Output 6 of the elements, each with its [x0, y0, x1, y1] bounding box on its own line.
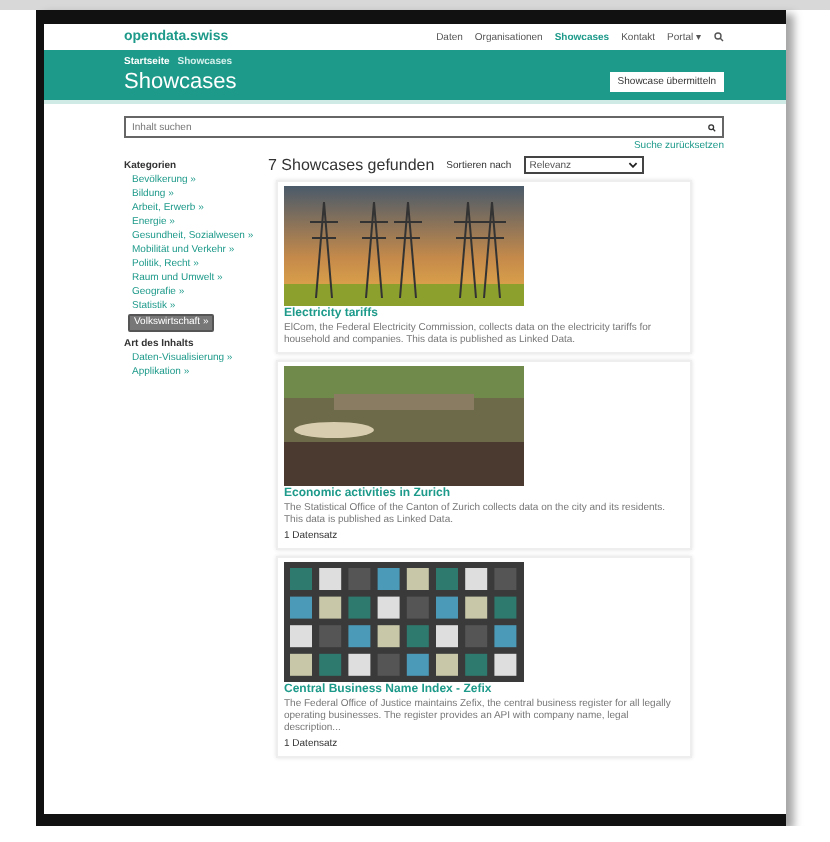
search-icon[interactable]: [708, 123, 716, 131]
result-count: 7 Showcases gefunden: [268, 156, 435, 174]
search-icon[interactable]: [714, 32, 724, 42]
page-title: Showcases: [124, 70, 237, 94]
showcase-card[interactable]: [276, 556, 692, 758]
chevron-icon: [627, 162, 638, 168]
